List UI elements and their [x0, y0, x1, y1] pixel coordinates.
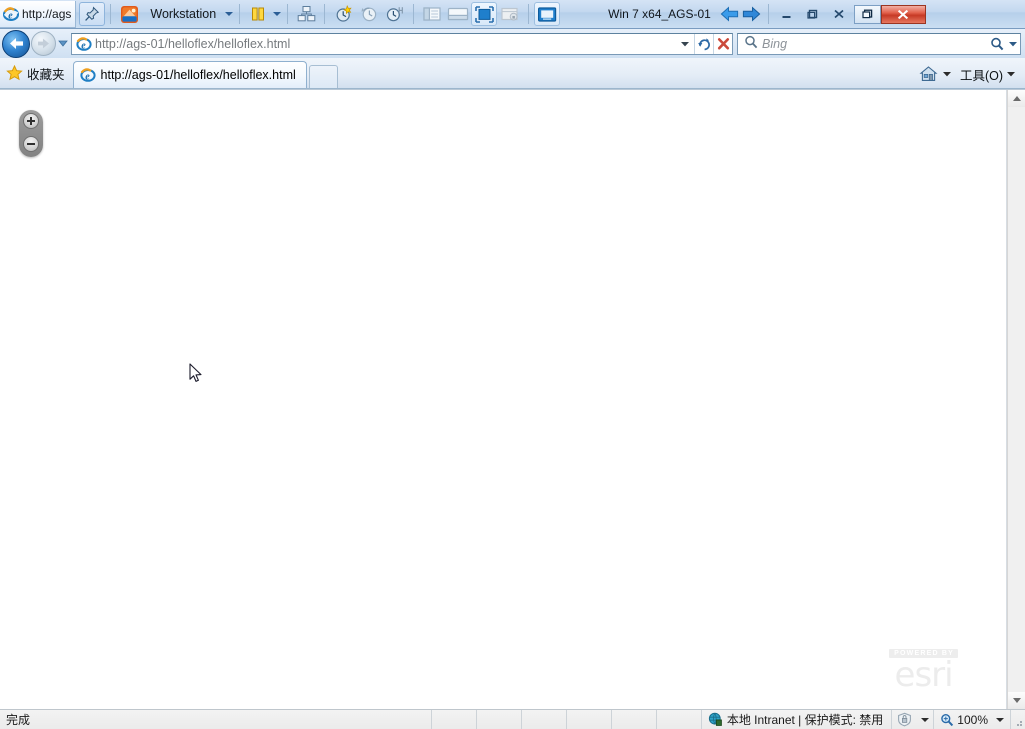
- status-cell-4: [565, 710, 611, 729]
- show-thumbnail-bar-icon[interactable]: [445, 2, 471, 26]
- shield-icon: [896, 712, 913, 727]
- forward-arrow-icon[interactable]: [741, 3, 763, 25]
- arrow-cursor-icon: [189, 363, 203, 384]
- ie-page-icon: e: [76, 36, 92, 52]
- globe-icon: [708, 712, 723, 727]
- toolbar-separator-4: [324, 4, 326, 24]
- vmware-vm-tab-label: http://ags: [22, 6, 72, 21]
- browser-back-button[interactable]: [2, 29, 30, 58]
- status-cell-2: [475, 710, 521, 729]
- zoom-out-icon[interactable]: [23, 136, 39, 152]
- vmware-window-controls: [853, 3, 926, 25]
- map-zoom-control: [19, 110, 43, 157]
- home-dropdown-chevron-down-icon[interactable]: [940, 70, 954, 78]
- search-icon: [744, 35, 758, 52]
- browser-history-dropdown[interactable]: [56, 31, 69, 57]
- svg-text:e: e: [8, 10, 13, 21]
- status-cell-1: [430, 710, 476, 729]
- browser-forward-button[interactable]: [31, 31, 56, 56]
- svg-text:e: e: [85, 71, 90, 82]
- tab-ie-page-icon: e: [79, 67, 96, 83]
- restore-inner-button[interactable]: [800, 5, 826, 24]
- scroll-down-button[interactable]: [1008, 692, 1025, 709]
- search-input-placeholder: Bing: [762, 36, 788, 51]
- page-content-area: POWERED BY esri: [0, 89, 1025, 709]
- vm-title: Win 7 x64_AGS-01: [608, 7, 711, 21]
- zoom-magnifier-icon: [940, 713, 954, 727]
- new-tab-button[interactable]: [308, 65, 338, 88]
- zoom-level-indicator[interactable]: 100%: [933, 710, 1010, 729]
- vertical-scrollbar[interactable]: [1007, 90, 1025, 709]
- snapshot-manager-icon[interactable]: [382, 2, 408, 26]
- zoom-in-icon[interactable]: [23, 113, 39, 129]
- address-bar-url: http://ags-01/helloflex/helloflex.html: [95, 36, 291, 51]
- browser-tab[interactable]: e http://ags-01/helloflex/helloflex.html: [72, 61, 307, 88]
- close-inner-button[interactable]: [826, 5, 852, 24]
- toolbar-separator-3: [287, 4, 289, 24]
- search-submit-icon[interactable]: [988, 37, 1006, 51]
- toolbar-separator-1: [110, 4, 112, 24]
- address-bar[interactable]: e http://ags-01/helloflex/helloflex.html: [71, 32, 733, 55]
- back-arrow-icon[interactable]: [719, 3, 741, 25]
- minimize-inner-button[interactable]: [774, 5, 800, 24]
- enter-fullscreen-icon[interactable]: [471, 2, 498, 26]
- workstation-dropdown-caret-icon[interactable]: [223, 3, 234, 25]
- pause-icon[interactable]: [245, 2, 271, 26]
- esri-logo: POWERED BY esri: [889, 644, 958, 695]
- console-view-icon[interactable]: [534, 2, 561, 26]
- vmware-workstation-window: e http://ags Workstation Win 7 x64_AGS-0…: [0, 0, 1025, 729]
- zoom-level-label: 100%: [957, 712, 988, 727]
- tools-dropdown-chevron-down-icon[interactable]: [1003, 70, 1019, 78]
- revert-snapshot-icon[interactable]: [356, 2, 382, 26]
- search-box[interactable]: Bing: [737, 32, 1021, 55]
- refresh-icon[interactable]: [694, 33, 713, 54]
- status-cell-6: [655, 710, 701, 729]
- protected-mode-indicator[interactable]: [891, 710, 933, 729]
- home-icon[interactable]: [918, 63, 940, 85]
- browser-status-bar: 完成 本地 Intranet | 保护模式: 禁用 100%: [0, 709, 1025, 729]
- security-zone-indicator[interactable]: 本地 Intranet | 保护模式: 禁用: [700, 710, 891, 729]
- show-library-icon[interactable]: [419, 2, 445, 26]
- vmware-title-bar: e http://ags Workstation Win 7 x64_AGS-0…: [0, 0, 1025, 29]
- browser-address-row: e http://ags-01/helloflex/helloflex.html: [0, 29, 1025, 58]
- svg-text:e: e: [81, 40, 86, 51]
- pause-dropdown-caret-icon[interactable]: [271, 3, 282, 25]
- status-cell-5: [610, 710, 656, 729]
- status-bar-right: 本地 Intranet | 保护模式: 禁用 100%: [430, 710, 1025, 729]
- favorites-button[interactable]: 收藏夹: [0, 60, 73, 86]
- pin-icon[interactable]: [79, 2, 106, 26]
- close-window-button[interactable]: [880, 4, 926, 24]
- search-dropdown-chevron-down-icon[interactable]: [1006, 40, 1020, 48]
- resize-grip-icon[interactable]: [1010, 710, 1025, 729]
- status-cell-3: [520, 710, 566, 729]
- security-zone-text: 本地 Intranet | 保护模式: 禁用: [726, 713, 884, 727]
- address-dropdown-chevron-down-icon[interactable]: [676, 34, 694, 54]
- vmware-logo-icon[interactable]: [116, 2, 142, 26]
- favorites-label: 收藏夹: [27, 67, 65, 82]
- vmware-vm-tab[interactable]: e http://ags: [0, 0, 77, 28]
- browser-tab-title: http://ags-01/helloflex/helloflex.html: [100, 68, 296, 82]
- esri-wordmark: esri: [894, 655, 954, 695]
- tab-row-right-controls: 工具(O): [918, 60, 1025, 88]
- stop-icon[interactable]: [713, 33, 732, 54]
- protected-mode-chevron-down-icon[interactable]: [921, 717, 930, 722]
- ie-browser-icon: e: [2, 6, 20, 22]
- star-icon: [6, 65, 23, 81]
- toolbar-separator-2: [239, 4, 241, 24]
- toolbar-separator-6: [528, 4, 530, 24]
- unity-mode-icon[interactable]: [497, 2, 523, 26]
- workstation-menu-label[interactable]: Workstation: [150, 7, 216, 21]
- zoom-chevron-down-icon[interactable]: [996, 717, 1004, 722]
- status-message: 完成: [6, 713, 31, 727]
- restore-window-button[interactable]: [853, 4, 881, 24]
- take-snapshot-icon[interactable]: [330, 2, 356, 26]
- browser-tab-row: 收藏夹 e http://ags-01/helloflex/helloflex.…: [0, 58, 1025, 89]
- toolbar-separator-7: [767, 4, 769, 24]
- tools-menu-label[interactable]: 工具(O): [960, 65, 1003, 84]
- map-canvas[interactable]: POWERED BY esri: [0, 90, 1007, 709]
- manage-vm-icon[interactable]: [293, 2, 319, 26]
- toolbar-separator-5: [413, 4, 415, 24]
- scroll-up-button[interactable]: [1008, 90, 1025, 107]
